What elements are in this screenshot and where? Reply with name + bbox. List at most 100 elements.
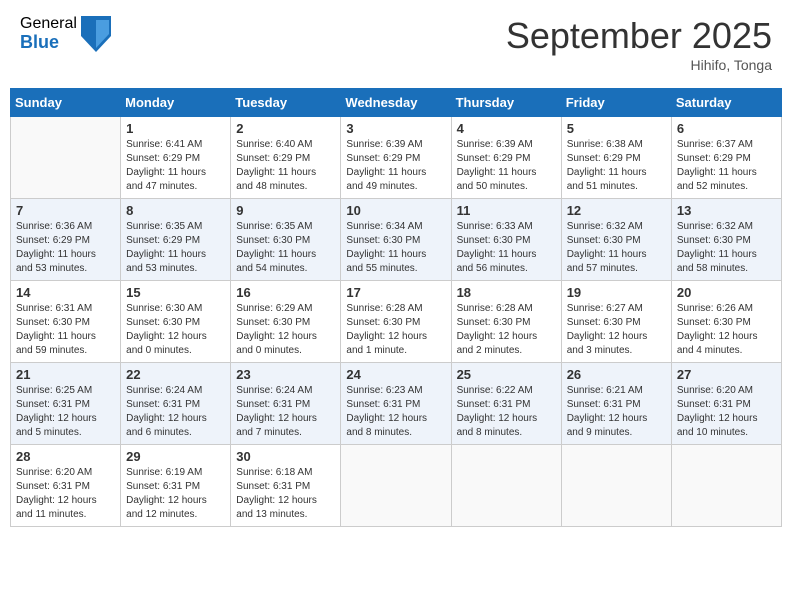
calendar-cell: 6 Sunrise: 6:37 AM Sunset: 6:29 PM Daylig… [671, 117, 781, 199]
header-saturday: Saturday [671, 89, 781, 117]
day-info: Sunrise: 6:28 AM Sunset: 6:30 PM Dayligh… [346, 302, 445, 358]
day-number: 16 [236, 285, 335, 300]
day-info: Sunrise: 6:29 AM Sunset: 6:30 PM Dayligh… [236, 302, 335, 358]
calendar-cell: 11 Sunrise: 6:33 AM Sunset: 6:30 PM Dayli… [451, 199, 561, 281]
day-number: 3 [346, 121, 445, 136]
day-info: Sunrise: 6:32 AM Sunset: 6:30 PM Dayligh… [567, 220, 666, 276]
calendar-cell: 16 Sunrise: 6:29 AM Sunset: 6:30 PM Dayli… [231, 281, 341, 363]
day-number: 30 [236, 449, 335, 464]
day-number: 26 [567, 367, 666, 382]
calendar-cell: 4Sunrise: 6:39 AM Sunset: 6:29 PM Daylig… [451, 117, 561, 199]
month-title: September 2025 [506, 15, 772, 57]
header-sunday: Sunday [11, 89, 121, 117]
day-info: Sunrise: 6:40 AM Sunset: 6:29 PM Dayligh… [236, 138, 335, 194]
calendar-cell: 10 Sunrise: 6:34 AM Sunset: 6:30 PM Dayli… [341, 199, 451, 281]
calendar-cell: 2 Sunrise: 6:40 AM Sunset: 6:29 PM Daylig… [231, 117, 341, 199]
day-info: Sunrise: 6:19 AM Sunset: 6:31 PM Dayligh… [126, 466, 225, 522]
day-info: Sunrise: 6:31 AM Sunset: 6:30 PM Dayligh… [16, 302, 115, 358]
calendar-cell: 22 Sunrise: 6:24 AM Sunset: 6:31 PM Dayli… [121, 363, 231, 445]
logo-icon [81, 16, 111, 52]
calendar-week-1: 7 Sunrise: 6:36 AM Sunset: 6:29 PM Daylig… [11, 199, 782, 281]
day-info: Sunrise: 6:34 AM Sunset: 6:30 PM Dayligh… [346, 220, 445, 276]
calendar-week-4: 28 Sunrise: 6:20 AM Sunset: 6:31 PM Dayli… [11, 445, 782, 527]
calendar-cell: 1 Sunrise: 6:41 AM Sunset: 6:29 PM Daylig… [121, 117, 231, 199]
day-number: 18 [457, 285, 556, 300]
day-info: Sunrise: 6:41 AM Sunset: 6:29 PM Dayligh… [126, 138, 225, 194]
page-header: General Blue September 2025 Hihifo, Tong… [10, 10, 782, 78]
day-number: 2 [236, 121, 335, 136]
day-info: Sunrise: 6:37 AM Sunset: 6:29 PM Dayligh… [677, 138, 776, 194]
day-info: Sunrise: 6:32 AM Sunset: 6:30 PM Dayligh… [677, 220, 776, 276]
day-number: 21 [16, 367, 115, 382]
header-tuesday: Tuesday [231, 89, 341, 117]
day-info: Sunrise: 6:20 AM Sunset: 6:31 PM Dayligh… [677, 384, 776, 440]
header-wednesday: Wednesday [341, 89, 451, 117]
day-number: 8 [126, 203, 225, 218]
calendar-week-2: 14Sunrise: 6:31 AM Sunset: 6:30 PM Dayli… [11, 281, 782, 363]
calendar-cell: 3 Sunrise: 6:39 AM Sunset: 6:29 PM Daylig… [341, 117, 451, 199]
day-info: Sunrise: 6:20 AM Sunset: 6:31 PM Dayligh… [16, 466, 115, 522]
calendar-cell: 28 Sunrise: 6:20 AM Sunset: 6:31 PM Dayli… [11, 445, 121, 527]
calendar-cell [11, 117, 121, 199]
day-info: Sunrise: 6:33 AM Sunset: 6:30 PM Dayligh… [457, 220, 556, 276]
calendar-cell: 5Sunrise: 6:38 AM Sunset: 6:29 PM Daylig… [561, 117, 671, 199]
day-number: 28 [16, 449, 115, 464]
calendar-cell: 30 Sunrise: 6:18 AM Sunset: 6:31 PM Dayli… [231, 445, 341, 527]
day-number: 11 [457, 203, 556, 218]
calendar-header-row: SundayMondayTuesdayWednesdayThursdayFrid… [11, 89, 782, 117]
calendar-cell [671, 445, 781, 527]
calendar-cell: 23Sunrise: 6:24 AM Sunset: 6:31 PM Dayli… [231, 363, 341, 445]
calendar-cell: 24 Sunrise: 6:23 AM Sunset: 6:31 PM Dayli… [341, 363, 451, 445]
day-info: Sunrise: 6:24 AM Sunset: 6:31 PM Dayligh… [236, 384, 335, 440]
calendar-cell: 19Sunrise: 6:27 AM Sunset: 6:30 PM Dayli… [561, 281, 671, 363]
day-number: 12 [567, 203, 666, 218]
day-number: 25 [457, 367, 556, 382]
logo-general: General [20, 15, 77, 33]
day-number: 27 [677, 367, 776, 382]
day-info: Sunrise: 6:28 AM Sunset: 6:30 PM Dayligh… [457, 302, 556, 358]
day-info: Sunrise: 6:30 AM Sunset: 6:30 PM Dayligh… [126, 302, 225, 358]
calendar-week-3: 21 Sunrise: 6:25 AM Sunset: 6:31 PM Dayli… [11, 363, 782, 445]
day-number: 15 [126, 285, 225, 300]
title-block: September 2025 Hihifo, Tonga [506, 15, 772, 73]
day-number: 17 [346, 285, 445, 300]
day-info: Sunrise: 6:25 AM Sunset: 6:31 PM Dayligh… [16, 384, 115, 440]
calendar-cell [341, 445, 451, 527]
calendar-cell: 17 Sunrise: 6:28 AM Sunset: 6:30 PM Dayli… [341, 281, 451, 363]
day-number: 6 [677, 121, 776, 136]
day-info: Sunrise: 6:21 AM Sunset: 6:31 PM Dayligh… [567, 384, 666, 440]
calendar-cell: 8Sunrise: 6:35 AM Sunset: 6:29 PM Daylig… [121, 199, 231, 281]
header-monday: Monday [121, 89, 231, 117]
day-number: 10 [346, 203, 445, 218]
calendar-cell: 12 Sunrise: 6:32 AM Sunset: 6:30 PM Dayli… [561, 199, 671, 281]
day-number: 1 [126, 121, 225, 136]
day-info: Sunrise: 6:18 AM Sunset: 6:31 PM Dayligh… [236, 466, 335, 522]
day-number: 4 [457, 121, 556, 136]
calendar-cell: 21 Sunrise: 6:25 AM Sunset: 6:31 PM Dayli… [11, 363, 121, 445]
day-number: 13 [677, 203, 776, 218]
day-number: 29 [126, 449, 225, 464]
day-number: 24 [346, 367, 445, 382]
day-number: 22 [126, 367, 225, 382]
calendar-cell: 14Sunrise: 6:31 AM Sunset: 6:30 PM Dayli… [11, 281, 121, 363]
day-info: Sunrise: 6:24 AM Sunset: 6:31 PM Dayligh… [126, 384, 225, 440]
day-number: 9 [236, 203, 335, 218]
calendar-cell: 26 Sunrise: 6:21 AM Sunset: 6:31 PM Dayli… [561, 363, 671, 445]
calendar-cell: 13 Sunrise: 6:32 AM Sunset: 6:30 PM Dayli… [671, 199, 781, 281]
day-info: Sunrise: 6:39 AM Sunset: 6:29 PM Dayligh… [346, 138, 445, 194]
calendar-cell: 18 Sunrise: 6:28 AM Sunset: 6:30 PM Dayli… [451, 281, 561, 363]
calendar-cell: 25 Sunrise: 6:22 AM Sunset: 6:31 PM Dayli… [451, 363, 561, 445]
location: Hihifo, Tonga [506, 57, 772, 73]
day-info: Sunrise: 6:23 AM Sunset: 6:31 PM Dayligh… [346, 384, 445, 440]
day-info: Sunrise: 6:26 AM Sunset: 6:30 PM Dayligh… [677, 302, 776, 358]
calendar-cell: 9Sunrise: 6:35 AM Sunset: 6:30 PM Daylig… [231, 199, 341, 281]
header-friday: Friday [561, 89, 671, 117]
day-info: Sunrise: 6:36 AM Sunset: 6:29 PM Dayligh… [16, 220, 115, 276]
day-number: 7 [16, 203, 115, 218]
calendar-cell: 7 Sunrise: 6:36 AM Sunset: 6:29 PM Daylig… [11, 199, 121, 281]
calendar-week-0: 1 Sunrise: 6:41 AM Sunset: 6:29 PM Daylig… [11, 117, 782, 199]
calendar-cell [561, 445, 671, 527]
calendar-cell: 15 Sunrise: 6:30 AM Sunset: 6:30 PM Dayli… [121, 281, 231, 363]
day-info: Sunrise: 6:22 AM Sunset: 6:31 PM Dayligh… [457, 384, 556, 440]
day-number: 19 [567, 285, 666, 300]
